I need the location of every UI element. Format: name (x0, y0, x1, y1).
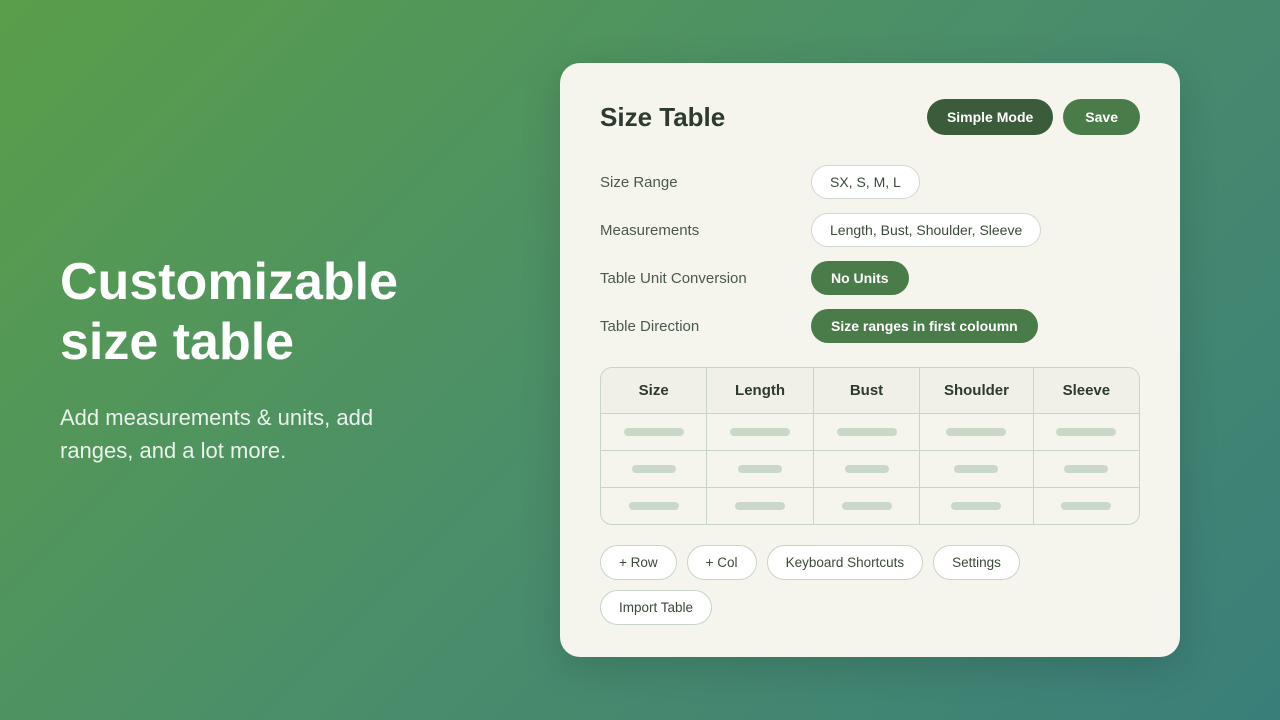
size-range-row: Size Range SX, S, M, L (600, 165, 1140, 199)
unit-conversion-row: Table Unit Conversion No Units (600, 261, 1140, 295)
size-table: SizeLengthBustShoulderSleeve (601, 368, 1139, 524)
measurements-value[interactable]: Length, Bust, Shoulder, Sleeve (811, 213, 1041, 247)
cell-placeholder (954, 465, 998, 473)
cell-placeholder (1056, 428, 1116, 436)
header-buttons: Simple Mode Save (927, 99, 1140, 135)
table-header-cell: Bust (813, 368, 919, 414)
save-button[interactable]: Save (1063, 99, 1140, 135)
unit-conversion-label: Table Unit Conversion (600, 270, 795, 287)
cell-placeholder (735, 502, 785, 510)
card-title: Size Table (600, 102, 725, 133)
bottom-action-button[interactable]: Import Table (600, 590, 712, 625)
table-container: SizeLengthBustShoulderSleeve (600, 367, 1140, 525)
bottom-buttons: + Row + Col Keyboard Shortcuts Settings Impo… (600, 545, 1140, 625)
cell-placeholder (837, 428, 897, 436)
measurements-row: Measurements Length, Bust, Shoulder, Sle… (600, 213, 1140, 247)
table-header-cell: Shoulder (920, 368, 1033, 414)
direction-value[interactable]: Size ranges in first coloumn (811, 309, 1038, 343)
cell-placeholder (1064, 465, 1108, 473)
bottom-action-button[interactable]: Settings (933, 545, 1020, 580)
unit-conversion-value[interactable]: No Units (811, 261, 909, 295)
config-section: Size Range SX, S, M, L Measurements Leng… (600, 165, 1140, 343)
cell-placeholder (946, 428, 1006, 436)
cell-placeholder (624, 428, 684, 436)
cell-placeholder (842, 502, 892, 510)
direction-label: Table Direction (600, 318, 795, 335)
bottom-action-button[interactable]: + Col (687, 545, 757, 580)
bottom-action-button[interactable]: Keyboard Shortcuts (767, 545, 924, 580)
table-row (601, 414, 1139, 451)
size-table-card: Size Table Simple Mode Save Size Range S… (560, 63, 1180, 657)
bottom-action-button[interactable]: + Row (600, 545, 677, 580)
table-header-row: SizeLengthBustShoulderSleeve (601, 368, 1139, 414)
size-range-value[interactable]: SX, S, M, L (811, 165, 920, 199)
card-header: Size Table Simple Mode Save (600, 99, 1140, 135)
direction-row: Table Direction Size ranges in first col… (600, 309, 1140, 343)
cell-placeholder (730, 428, 790, 436)
cell-placeholder (632, 465, 676, 473)
cell-placeholder (629, 502, 679, 510)
table-row (601, 488, 1139, 525)
cell-placeholder (1061, 502, 1111, 510)
table-header-cell: Sleeve (1033, 368, 1139, 414)
simple-mode-button[interactable]: Simple Mode (927, 99, 1053, 135)
hero-title: Customizable size table (60, 253, 400, 373)
hero-description: Add measurements & units, add ranges, an… (60, 401, 400, 467)
table-header-cell: Size (601, 368, 707, 414)
cell-placeholder (738, 465, 782, 473)
table-row (601, 451, 1139, 488)
measurements-label: Measurements (600, 222, 795, 239)
size-range-label: Size Range (600, 174, 795, 191)
table-header-cell: Length (707, 368, 813, 414)
cell-placeholder (845, 465, 889, 473)
cell-placeholder (951, 502, 1001, 510)
